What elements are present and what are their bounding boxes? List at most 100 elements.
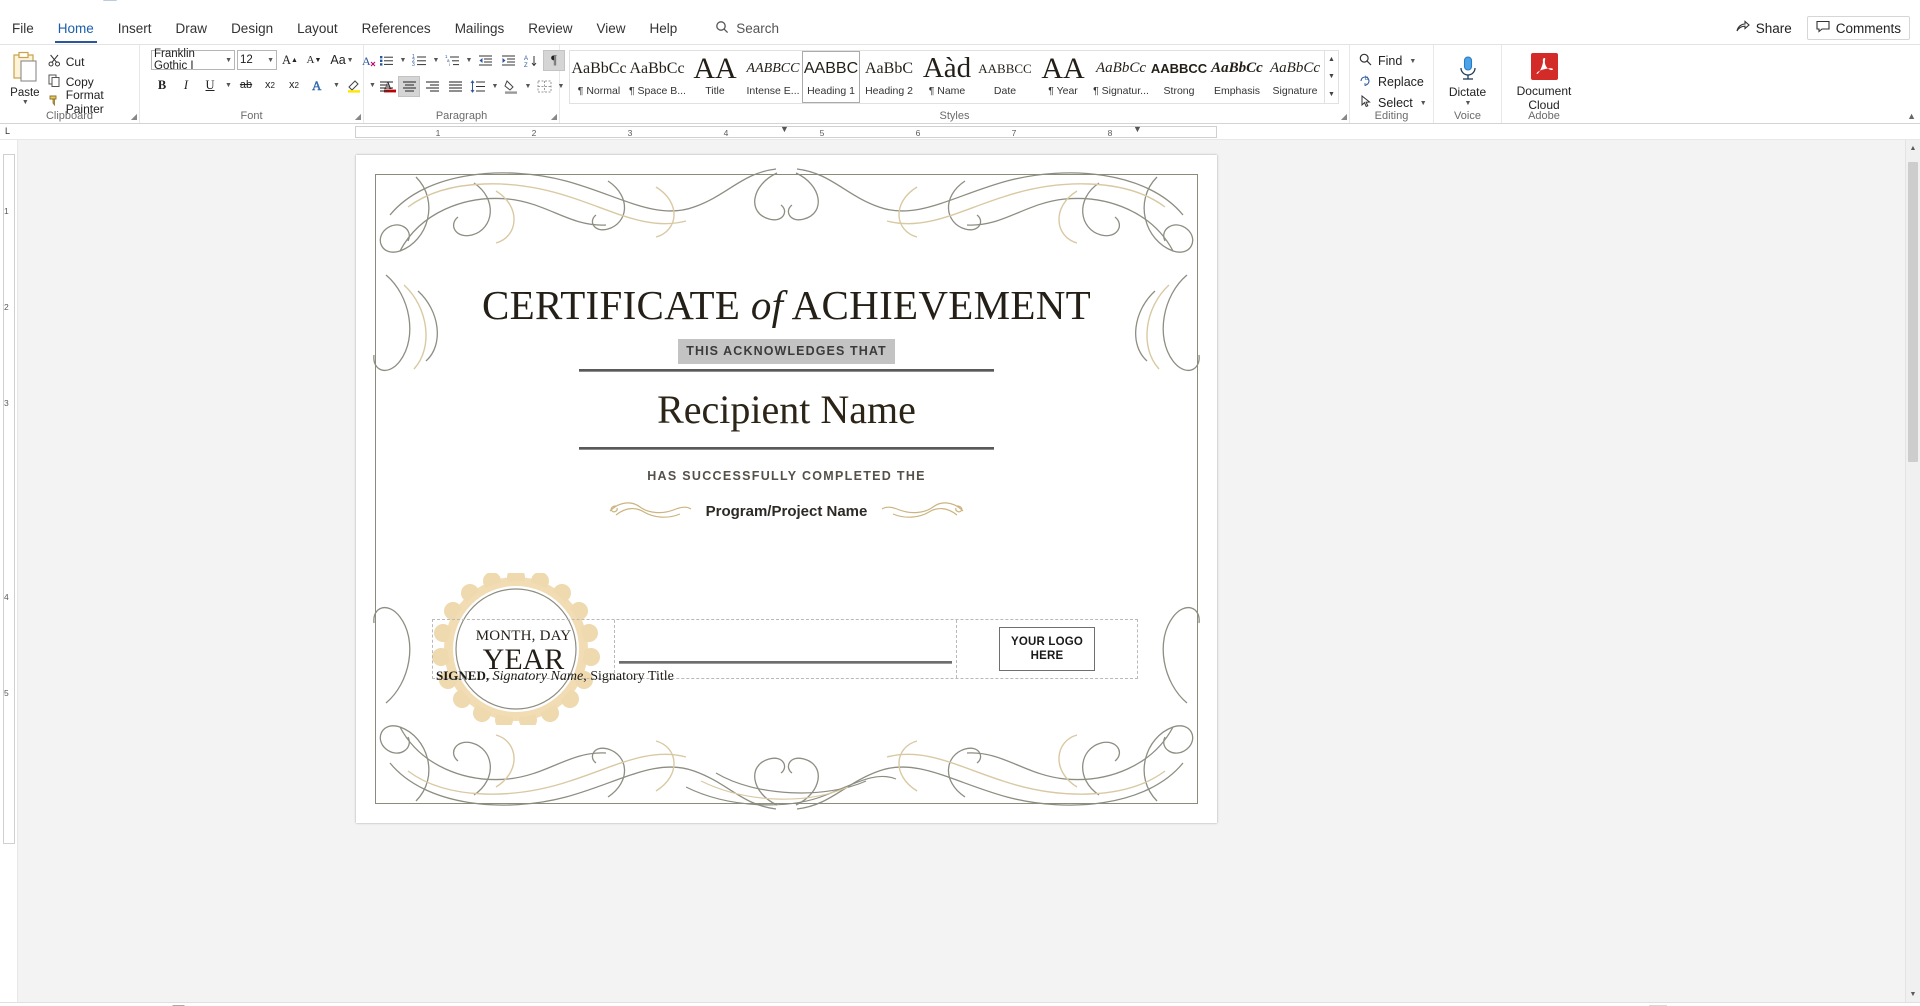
date-block[interactable]: MONTH, DAY YEAR [433, 628, 614, 675]
tab-view[interactable]: View [584, 12, 637, 45]
multilevel-list-icon[interactable]: 1ai [441, 50, 463, 71]
style-item-year[interactable]: AA ¶ Year [1034, 51, 1092, 103]
grow-font-icon[interactable]: A▲ [279, 50, 301, 71]
undo-icon[interactable] [134, 0, 148, 1]
style-item-normal[interactable]: AaBbCc ¶ Normal [570, 51, 628, 103]
increase-indent-icon[interactable] [497, 50, 519, 71]
styles-gallery-scroll[interactable]: ▲ ▼ ▼ [1325, 50, 1339, 104]
tab-layout[interactable]: Layout [285, 12, 350, 45]
scroll-down-icon[interactable]: ▼ [1325, 68, 1338, 85]
change-case-icon[interactable]: Aa▼ [327, 50, 357, 71]
tab-design[interactable]: Design [219, 12, 285, 45]
document-work-area[interactable]: 1 2 3 4 5 [0, 140, 1920, 1002]
ribbon[interactable]: Paste ▼ Cut Copy [0, 45, 1920, 124]
redo-icon[interactable] [164, 0, 178, 1]
collapse-ribbon-icon[interactable]: ▲ [1907, 111, 1916, 121]
scroll-up-icon[interactable]: ▲ [1906, 140, 1920, 156]
numbering-icon[interactable]: 123 [408, 50, 430, 71]
logo-cell[interactable]: YOUR LOGO HERE [957, 620, 1137, 678]
paragraph-dialog-launcher[interactable]: ◢ [551, 112, 557, 121]
style-item-strong[interactable]: AABBCC Strong [1150, 51, 1208, 103]
signature-table[interactable]: MONTH, DAY YEAR YOUR LOGO HERE [432, 619, 1138, 679]
horizontal-ruler[interactable]: 1 2 3 4 5 6 7 8 L ▼ ▼ [0, 124, 1920, 140]
styles-gallery[interactable]: AaBbCc ¶ Normal AaBbCc ¶ Space B... AA T… [569, 50, 1325, 104]
bullets-icon[interactable] [375, 50, 397, 71]
vertical-scrollbar[interactable]: ▲ ▼ [1905, 140, 1920, 1002]
acknowledges-text[interactable]: THIS ACKNOWLEDGES THAT [678, 339, 895, 364]
autosave-icon[interactable] [102, 0, 118, 2]
save-icon[interactable] [60, 0, 86, 2]
styles-dialog-launcher[interactable]: ◢ [1341, 112, 1347, 121]
scroll-down-icon[interactable]: ▼ [1906, 986, 1920, 1002]
search-box[interactable]: Search [715, 20, 779, 37]
chevron-down-icon[interactable]: ▼ [22, 99, 29, 106]
share-button[interactable]: Share [1727, 16, 1801, 40]
tab-mailings[interactable]: Mailings [443, 12, 517, 45]
completed-text[interactable]: HAS SUCCESSFULLY COMPLETED THE [647, 469, 926, 483]
indent-marker-right[interactable]: ▼ [1133, 124, 1142, 134]
signature-zone[interactable]: MONTH, DAY YEAR YOUR LOGO HERE [432, 619, 1138, 679]
chevron-down-icon[interactable]: ▼ [1409, 58, 1416, 65]
font-name-input[interactable]: Franklin Gothic I ▼ [151, 50, 235, 70]
style-item-heading-2[interactable]: AaBbC Heading 2 [860, 51, 918, 103]
style-item-title[interactable]: AA Title [686, 51, 744, 103]
underline-icon[interactable]: U [199, 75, 221, 96]
tab-draw[interactable]: Draw [164, 12, 220, 45]
scroll-thumb[interactable] [1908, 162, 1918, 462]
styles-more-icon[interactable]: ▼ [1325, 86, 1338, 103]
align-right-icon[interactable] [421, 76, 443, 97]
chevron-down-icon[interactable]: ▼ [431, 50, 440, 71]
chevron-down-icon[interactable]: ▼ [225, 57, 232, 64]
chevron-down-icon[interactable]: ▼ [490, 76, 499, 97]
tab-stop-selector[interactable]: L [5, 126, 10, 136]
chevron-down-icon[interactable]: ▼ [331, 75, 341, 96]
program-name[interactable]: Program/Project Name [692, 503, 882, 520]
align-left-icon[interactable] [375, 76, 397, 97]
style-item-space-b[interactable]: AaBbCc ¶ Space B... [628, 51, 686, 103]
style-item-signature-para[interactable]: AaBbCc ¶ Signatur... [1092, 51, 1150, 103]
chevron-down-icon[interactable]: ▼ [1420, 100, 1427, 107]
vertical-ruler[interactable]: 1 2 3 4 5 [0, 140, 18, 1002]
tab-review[interactable]: Review [516, 12, 584, 45]
find-button[interactable]: Find ▼ [1355, 51, 1420, 71]
recipient-name[interactable]: Recipient Name [657, 386, 916, 433]
format-painter-button[interactable]: Format Painter [45, 92, 134, 111]
chevron-down-icon[interactable]: ▼ [464, 50, 473, 71]
chevron-down-icon[interactable]: ▼ [398, 50, 407, 71]
text-highlight-icon[interactable] [343, 75, 365, 96]
superscript-icon[interactable]: x2 [283, 75, 305, 96]
line-spacing-icon[interactable] [467, 76, 489, 97]
italic-icon[interactable]: I [175, 75, 197, 96]
document-page[interactable]: CERTIFICATE of ACHIEVEMENT THIS ACKNOWLE… [356, 155, 1217, 823]
justify-icon[interactable] [444, 76, 466, 97]
clipboard-dialog-launcher[interactable]: ◢ [131, 112, 137, 121]
strikethrough-icon[interactable]: ab [235, 75, 257, 96]
style-item-name[interactable]: Aàd ¶ Name [918, 51, 976, 103]
shrink-font-icon[interactable]: A▼ [303, 50, 325, 71]
style-item-intense-emphasis[interactable]: AABBCC Intense E... [744, 51, 802, 103]
decrease-indent-icon[interactable] [474, 50, 496, 71]
style-item-emphasis[interactable]: AaBbCc Emphasis [1208, 51, 1266, 103]
comments-button[interactable]: Comments [1807, 16, 1910, 40]
bold-icon[interactable]: B [151, 75, 173, 96]
underline-dropdown-icon[interactable]: ▼ [223, 75, 233, 96]
chevron-down-icon[interactable]: ▼ [523, 76, 532, 97]
borders-icon[interactable] [533, 76, 555, 97]
tab-references[interactable]: References [350, 12, 443, 45]
date-cell[interactable]: MONTH, DAY YEAR [433, 620, 615, 678]
subscript-icon[interactable]: x2 [259, 75, 281, 96]
text-effects-icon[interactable]: A [307, 75, 329, 96]
sort-icon[interactable]: AZ [520, 50, 542, 71]
replace-button[interactable]: bc Replace [1355, 72, 1428, 92]
cut-button[interactable]: Cut [45, 52, 134, 71]
paste-button[interactable]: Paste ▼ [5, 49, 45, 106]
window-actions[interactable]: Share Comments [1727, 16, 1920, 40]
document-cloud-button[interactable]: Document Cloud [1507, 50, 1581, 112]
style-item-signature[interactable]: AaBbCc Signature [1266, 51, 1324, 103]
chevron-down-icon[interactable]: ▼ [267, 57, 274, 64]
indent-marker[interactable]: ▼ [780, 124, 789, 134]
dictate-button[interactable]: Dictate ▼ [1439, 52, 1496, 108]
align-center-icon[interactable] [398, 76, 420, 97]
tab-insert[interactable]: Insert [106, 12, 164, 45]
logo-placeholder[interactable]: YOUR LOGO HERE [999, 627, 1095, 672]
